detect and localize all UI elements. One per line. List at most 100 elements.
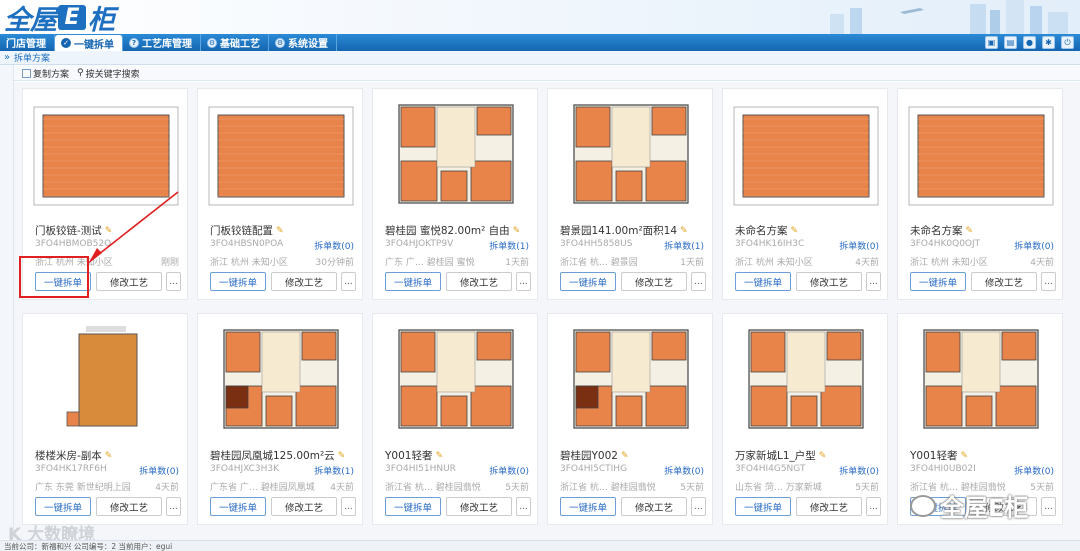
plan-card[interactable]: 门板铰链配置 ✎ 3FO4HBSN0POA 拆单数(0) 浙江 杭州 未知小区 30分钟前… xyxy=(197,88,363,300)
pencil-icon[interactable]: ✎ xyxy=(960,451,968,461)
copy-plan-button[interactable]: 复制方案 xyxy=(22,67,69,80)
floorplan-thumbnail[interactable] xyxy=(206,95,356,212)
plan-card[interactable]: 楼楼米房-副本 ✎ 3FO4HK17RF6H 拆单数(0) 广东 东莞 新世纪明上园 4天… xyxy=(22,313,188,525)
plan-location: 广东 东莞 新世纪明上园 xyxy=(35,483,131,493)
floorplan-thumbnail[interactable] xyxy=(556,320,706,437)
nav-one-click-split[interactable]: ✓ 一键拆单 xyxy=(55,35,123,51)
split-count-link[interactable]: 拆单数(0) xyxy=(664,464,704,477)
one-click-split-button[interactable]: 一键拆单 xyxy=(735,497,791,516)
pencil-icon[interactable]: ✎ xyxy=(435,451,443,461)
modify-process-button[interactable]: 修改工艺 xyxy=(796,272,862,291)
floorplan-thumbnail[interactable] xyxy=(206,320,356,437)
one-click-split-button[interactable]: 一键拆单 xyxy=(35,497,91,516)
plan-card[interactable]: 未命名方案 ✎ 3FO4HK0Q0OJT 拆单数(0) 浙江 杭州 未知小区 4天前 一键拆… xyxy=(897,88,1063,300)
keyword-search-button[interactable]: ⚲ 按关键字搜索 xyxy=(77,67,140,80)
plan-time: 5天前 xyxy=(505,483,529,493)
modify-process-button[interactable]: 修改工艺 xyxy=(971,272,1037,291)
split-count-link[interactable]: 拆单数(1) xyxy=(489,239,529,252)
modify-process-button[interactable]: 修改工艺 xyxy=(446,272,512,291)
plan-card[interactable]: 未命名方案 ✎ 3FO4HK16IH3C 拆单数(0) 浙江 杭州 未知小区 4天前 一键拆… xyxy=(722,88,888,300)
collapse-arrow-icon[interactable]: » xyxy=(0,52,14,63)
split-count-link[interactable]: 拆单数(1) xyxy=(314,464,354,477)
pencil-icon[interactable]: ✎ xyxy=(680,226,688,236)
tab-split-plan[interactable]: 拆单方案 xyxy=(14,51,50,64)
split-count-link[interactable]: 拆单数(0) xyxy=(489,464,529,477)
floorplan-thumbnail[interactable] xyxy=(381,95,531,212)
pencil-icon[interactable]: ✎ xyxy=(276,226,284,236)
document-icon[interactable]: ▤ xyxy=(1004,36,1017,49)
status-bar: 当前公司：新福和兴 公司编号：2 当前用户：egui xyxy=(0,540,1080,551)
split-count-link[interactable]: 拆单数(0) xyxy=(314,239,354,252)
floorplan-thumbnail[interactable] xyxy=(731,95,881,212)
more-button[interactable]: ... xyxy=(866,272,881,291)
split-count-link[interactable]: 拆单数(0) xyxy=(1014,239,1054,252)
app-logo: 全屋 E 柜 xyxy=(4,1,115,34)
more-button[interactable]: ... xyxy=(1041,497,1056,516)
one-click-split-button[interactable]: 一键拆单 xyxy=(210,272,266,291)
modify-process-button[interactable]: 修改工艺 xyxy=(796,497,862,516)
modify-process-button[interactable]: 修改工艺 xyxy=(271,272,337,291)
floorplan-thumbnail[interactable] xyxy=(906,95,1056,212)
more-button[interactable]: ... xyxy=(1041,272,1056,291)
floorplan-thumbnail[interactable] xyxy=(381,320,531,437)
pencil-icon[interactable]: ✎ xyxy=(105,451,113,461)
nav-process-library[interactable]: ? 工艺库管理 xyxy=(123,34,201,51)
more-button[interactable]: ... xyxy=(516,497,531,516)
plan-location: 广东 广… 碧桂园 蜜悦 xyxy=(385,258,475,268)
more-button[interactable]: ... xyxy=(691,272,706,291)
one-click-split-button[interactable]: 一键拆单 xyxy=(735,272,791,291)
one-click-split-button[interactable]: 一键拆单 xyxy=(560,272,616,291)
user-icon[interactable]: ● xyxy=(1023,36,1036,49)
nav-store-management[interactable]: 门店管理 xyxy=(0,34,55,51)
more-button[interactable]: ... xyxy=(341,497,356,516)
pencil-icon[interactable]: ✎ xyxy=(819,451,827,461)
pencil-icon[interactable]: ✎ xyxy=(966,226,974,236)
one-click-split-button[interactable]: 一键拆单 xyxy=(385,272,441,291)
plan-time: 1天前 xyxy=(680,258,704,268)
one-click-split-button[interactable]: 一键拆单 xyxy=(560,497,616,516)
nav-system-settings[interactable]: ⚙ 系统设置 xyxy=(269,34,337,51)
more-button[interactable]: ... xyxy=(341,272,356,291)
plan-title: 未命名方案 ✎ xyxy=(910,223,973,238)
plan-card[interactable]: 万家新城L1_户型 ✎ 3FO4HI4G5NGT 拆单数(0) 山东省 菏… 万家新城 5… xyxy=(722,313,888,525)
plan-code: 3FO4HI4G5NGT xyxy=(735,464,806,474)
pencil-icon[interactable]: ✎ xyxy=(513,226,521,236)
modify-process-button[interactable]: 修改工艺 xyxy=(96,272,162,291)
more-button[interactable]: ... xyxy=(691,497,706,516)
split-count-link[interactable]: 拆单数(0) xyxy=(1014,464,1054,477)
modify-process-button[interactable]: 修改工艺 xyxy=(621,272,687,291)
floorplan-thumbnail[interactable] xyxy=(906,320,1056,437)
plan-card[interactable]: 碧桂园Y002 ✎ 3FO4HI5CTIHG 拆单数(0) 浙江省 杭… 碧桂园翡悦 5天… xyxy=(547,313,713,525)
modify-process-button[interactable]: 修改工艺 xyxy=(621,497,687,516)
plan-card[interactable]: 碧桂园凤凰城125.00m²云 ✎ 3FO4HJXC3H3K 拆单数(1) 广东省 广…… xyxy=(197,313,363,525)
modify-process-button[interactable]: 修改工艺 xyxy=(446,497,512,516)
gear-icon[interactable]: ✱ xyxy=(1042,36,1055,49)
nav-basic-process[interactable]: ⚙ 基础工艺 xyxy=(201,34,269,51)
plan-card[interactable]: 碧桂园 蜜悦82.00m² 自由 ✎ 3FO4HJOKTP9V 拆单数(1) 广东 广…… xyxy=(372,88,538,300)
pencil-icon[interactable]: ✎ xyxy=(338,451,346,461)
modify-process-button[interactable]: 修改工艺 xyxy=(96,497,162,516)
plan-card[interactable]: Y001轻奢 ✎ 3FO4HI51HNUR 拆单数(0) 浙江省 杭… 碧桂园翡悦 5天前… xyxy=(372,313,538,525)
more-button[interactable]: ... xyxy=(516,272,531,291)
modify-process-button[interactable]: 修改工艺 xyxy=(271,497,337,516)
split-count-link[interactable]: 拆单数(1) xyxy=(664,239,704,252)
one-click-split-button[interactable]: 一键拆单 xyxy=(910,272,966,291)
more-button[interactable]: ... xyxy=(166,272,181,291)
more-button[interactable]: ... xyxy=(866,497,881,516)
monitor-icon[interactable]: ▣ xyxy=(985,36,998,49)
floorplan-thumbnail[interactable] xyxy=(31,320,181,437)
one-click-split-button[interactable]: 一键拆单 xyxy=(210,497,266,516)
split-count-link[interactable]: 拆单数(0) xyxy=(839,464,879,477)
pencil-icon[interactable]: ✎ xyxy=(791,226,799,236)
plan-location: 广东省 广… 碧桂园凤凰城 xyxy=(210,483,315,493)
more-button[interactable]: ... xyxy=(166,497,181,516)
split-count-link[interactable]: 拆单数(0) xyxy=(139,464,179,477)
plan-card[interactable]: 碧景园141.00m²面积14 ✎ 3FO4HH5858US 拆单数(1) 浙江省 杭…… xyxy=(547,88,713,300)
floorplan-thumbnail[interactable] xyxy=(556,95,706,212)
split-count-link[interactable]: 拆单数(0) xyxy=(839,239,879,252)
one-click-split-button[interactable]: 一键拆单 xyxy=(385,497,441,516)
pencil-icon[interactable]: ✎ xyxy=(621,451,629,461)
plan-time: 4天前 xyxy=(330,483,354,493)
logout-icon[interactable]: ⏻ xyxy=(1061,36,1074,49)
floorplan-thumbnail[interactable] xyxy=(731,320,881,437)
